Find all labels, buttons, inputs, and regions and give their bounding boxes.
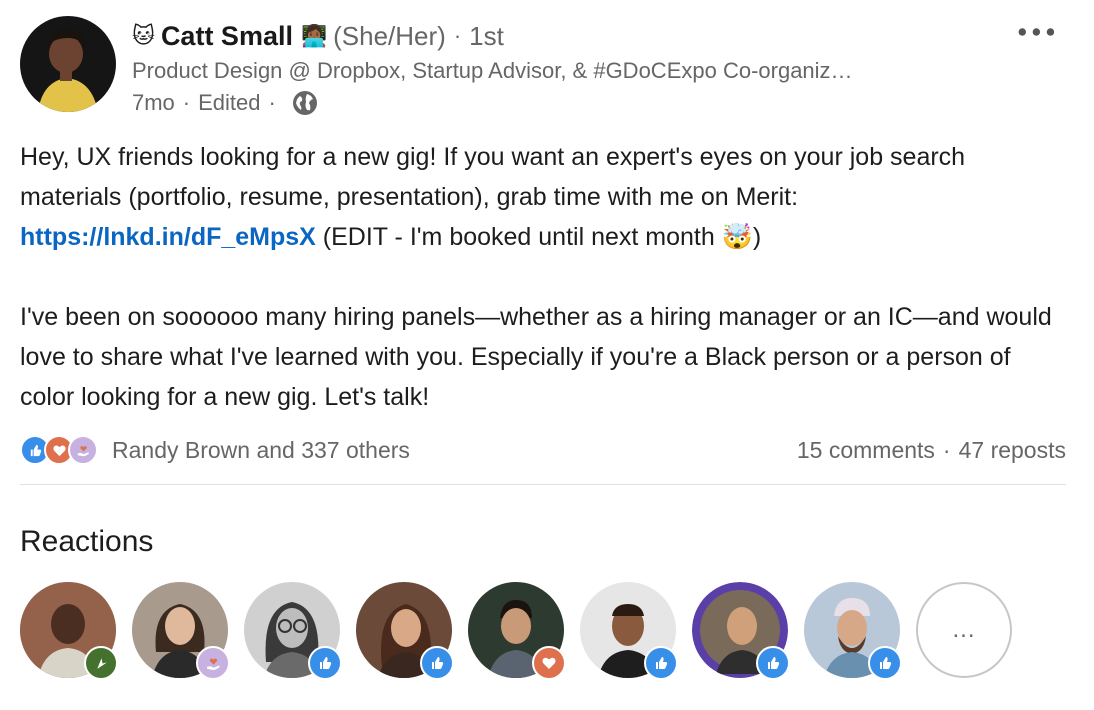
reactor-avatar[interactable] xyxy=(132,582,230,680)
linkedin-post: 🐱 Catt Small 👩🏾‍💻 (She/Her) · 1st Produc… xyxy=(0,0,1094,710)
post-paragraph-1: Hey, UX friends looking for a new gig! I… xyxy=(20,137,1070,257)
author-headline: Product Design @ Dropbox, Startup Adviso… xyxy=(132,58,853,83)
post-text-close: ) xyxy=(752,223,762,251)
post-text-intro: Hey, UX friends looking for a new gig! I… xyxy=(20,143,966,211)
reactions-heading: Reactions xyxy=(20,525,154,558)
reactor-avatar[interactable] xyxy=(804,582,902,680)
reactor-avatar[interactable] xyxy=(468,582,566,680)
see-more-reactions-button[interactable]: ... xyxy=(916,582,1012,678)
comments-count[interactable]: 15 comments xyxy=(797,437,935,464)
reactor-avatar[interactable] xyxy=(20,582,118,680)
reactor-avatar[interactable] xyxy=(692,582,790,680)
like-icon xyxy=(308,646,342,680)
like-icon xyxy=(868,646,902,680)
like-icon xyxy=(756,646,790,680)
connection-degree: 1st xyxy=(469,20,504,51)
technologist-emoji-icon: 👩🏾‍💻 xyxy=(300,24,328,48)
love-icon xyxy=(532,646,566,680)
support-icon xyxy=(68,435,98,465)
cat-emoji-icon: 🐱 xyxy=(132,23,155,48)
author-avatar[interactable] xyxy=(20,16,116,112)
reactor-avatar[interactable] xyxy=(580,582,678,680)
celebrate-icon xyxy=(84,646,118,680)
post-body: Hey, UX friends looking for a new gig! I… xyxy=(20,137,1070,417)
support-icon xyxy=(196,646,230,680)
reaction-summary-text: Randy Brown and 337 others xyxy=(112,436,410,463)
like-icon xyxy=(644,646,678,680)
author-avatar-image xyxy=(20,16,116,112)
mind-blown-emoji-icon: 🤯 xyxy=(721,223,753,251)
merit-link[interactable]: https://lnkd.in/dF_eMpsX xyxy=(20,223,316,251)
like-icon xyxy=(420,646,454,680)
reactor-avatar[interactable] xyxy=(356,582,454,680)
engagement-counts: 15 comments · 47 reposts xyxy=(797,437,1066,464)
post-text-edit: (EDIT - I'm booked until next month xyxy=(315,223,722,251)
ellipsis-horizontal-icon xyxy=(1018,28,1055,36)
author-line: 🐱 Catt Small 👩🏾‍💻 (She/Her) · 1st xyxy=(132,18,504,54)
bullet-separator: · xyxy=(942,436,951,463)
globe-icon xyxy=(292,90,318,116)
bullet-separator: · xyxy=(268,90,276,115)
post-paragraph-2: I've been on soooooo many hiring panels—… xyxy=(20,303,1052,411)
edited-label: Edited xyxy=(198,90,261,115)
reactions-summary-button[interactable]: Randy Brown and 337 others xyxy=(20,435,410,465)
reactor-avatar[interactable] xyxy=(244,582,342,680)
more-options-button[interactable] xyxy=(1014,18,1064,46)
author-name[interactable]: Catt Small xyxy=(161,21,293,52)
reaction-icons xyxy=(20,435,98,465)
bullet-separator: · xyxy=(182,90,191,115)
post-time: 7mo xyxy=(132,90,175,115)
author-pronouns: (She/Her) xyxy=(333,20,446,51)
divider xyxy=(20,484,1066,485)
social-counts-bar: Randy Brown and 337 others 15 comments ·… xyxy=(20,432,1066,468)
reposts-count[interactable]: 47 reposts xyxy=(959,437,1066,464)
post-meta: 7mo · Edited · xyxy=(132,88,318,118)
bullet-separator: · xyxy=(453,23,462,48)
